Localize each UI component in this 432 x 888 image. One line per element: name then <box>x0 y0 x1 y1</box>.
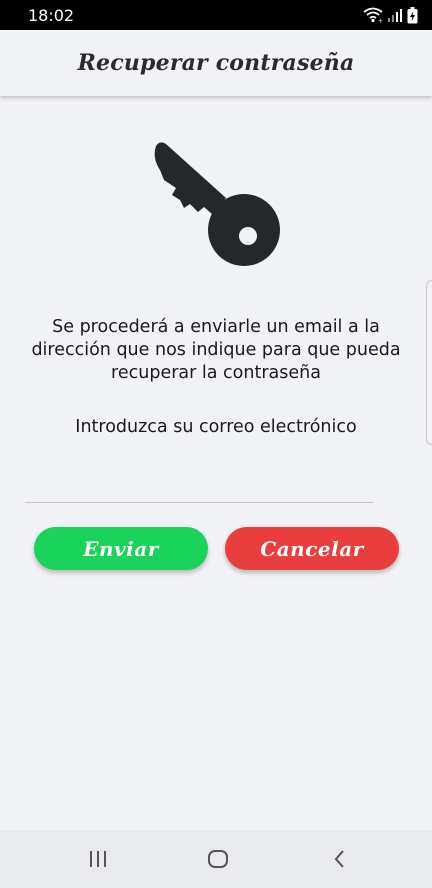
svg-text:+: + <box>378 18 383 23</box>
wifi-icon: + <box>363 7 383 23</box>
system-nav-bar <box>0 830 432 888</box>
cancel-button[interactable]: Cancelar <box>225 527 399 570</box>
app-header: Recuperar contraseña <box>0 30 432 96</box>
send-button[interactable]: Enviar <box>34 527 208 570</box>
home-icon[interactable] <box>203 844 233 874</box>
back-icon[interactable] <box>325 844 355 874</box>
status-icons: + <box>363 6 418 24</box>
status-time: 18:02 <box>28 5 75 25</box>
battery-charging-icon <box>407 6 418 24</box>
edge-panel-handle[interactable] <box>426 280 432 445</box>
status-bar: 18:02 + <box>0 0 432 30</box>
intro-text: Se procederá a enviarle un email a la di… <box>31 317 401 383</box>
email-prompt-label: Introduzca su correo electrónico <box>75 417 357 437</box>
page-title: Recuperar contraseña <box>77 50 355 76</box>
key-icon <box>150 140 282 270</box>
email-input[interactable] <box>25 470 373 503</box>
signal-icon <box>388 8 402 22</box>
recents-icon[interactable] <box>83 844 113 874</box>
